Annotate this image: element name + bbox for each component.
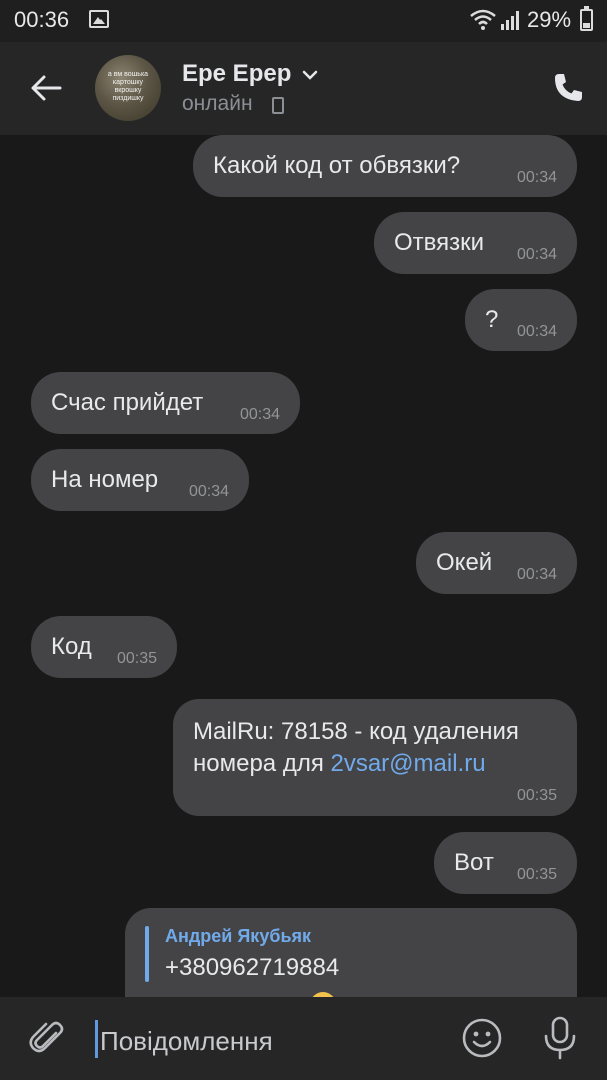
battery-percent: 29%: [527, 7, 572, 32]
message-bubble-forwarded[interactable]: Андрей Якубьяк +380962719884: [125, 908, 577, 997]
message-text: ?: [485, 306, 499, 333]
message-time: 00:34: [188, 483, 229, 500]
emoji-button[interactable]: [461, 1017, 503, 1059]
message-time: 00:34: [516, 566, 557, 583]
message-time: 00:35: [516, 787, 557, 804]
microphone-button[interactable]: [540, 1015, 580, 1061]
contact-status: онлайн: [182, 92, 253, 115]
avatar[interactable]: а вм вошька картошку вкрошку пиздишку: [95, 55, 161, 121]
wifi-icon: [470, 9, 496, 30]
battery-icon: [580, 6, 593, 31]
message-text: Отвязки: [394, 229, 485, 256]
message-time: 00:34: [239, 406, 280, 423]
message-time: 00:35: [516, 866, 557, 883]
email-link[interactable]: 2vsar@mail.ru: [330, 750, 485, 777]
avatar-caption-line: пиздишку: [112, 95, 144, 102]
text-cursor: [95, 1020, 98, 1058]
forward-text: +380962719884: [165, 954, 340, 981]
gallery-notification-icon: [89, 10, 109, 28]
message-text: На номер: [51, 466, 159, 493]
message-bubble-outgoing[interactable]: MailRu: 78158 - код удаления номера для …: [173, 699, 577, 816]
forward-author[interactable]: Андрей Якубьяк: [165, 926, 311, 947]
attach-button[interactable]: [28, 1019, 68, 1059]
message-text: MailRu: 78158 - код удаления номера для …: [193, 716, 563, 780]
message-text: Код: [51, 633, 92, 660]
battery-level: [583, 22, 590, 28]
forward-bar: [145, 926, 149, 982]
message-bubble-outgoing[interactable]: Окей 00:34: [416, 532, 577, 594]
signal-icon: [501, 11, 519, 30]
message-bubble-outgoing[interactable]: Какой код от обвязки? 00:34: [193, 135, 577, 197]
message-bubble-outgoing[interactable]: ? 00:34: [465, 289, 577, 351]
message-time: 00:35: [116, 650, 157, 667]
message-time: 00:34: [516, 169, 557, 186]
message-text: Окей: [436, 549, 493, 576]
message-text: Какой код от обвязки?: [213, 152, 461, 179]
message-time: 00:34: [516, 246, 557, 263]
message-bubble-incoming[interactable]: Код 00:35: [31, 616, 177, 678]
message-text: Вот: [454, 849, 494, 876]
chat-header: а вм вошька картошку вкрошку пиздишку Ер…: [0, 42, 607, 135]
mobile-device-icon: [272, 97, 284, 114]
message-bubble-outgoing[interactable]: Отвязки 00:34: [374, 212, 577, 274]
message-time: 00:34: [516, 323, 557, 340]
back-button[interactable]: [26, 68, 66, 108]
message-bubble-incoming[interactable]: Счас прийдет 00:34: [31, 372, 300, 434]
avatar-caption-line: вкрошку: [114, 87, 142, 94]
status-time: 00:36: [14, 7, 70, 32]
message-bubble-incoming[interactable]: На номер 00:34: [31, 449, 249, 511]
message-bubble-outgoing[interactable]: Вот 00:35: [434, 832, 577, 894]
avatar-caption-line: а вм вошька: [107, 71, 149, 78]
message-text: Счас прийдет: [51, 389, 204, 416]
status-bar: 00:36 29%: [0, 0, 607, 42]
message-composer: Повідомлення: [0, 997, 607, 1080]
avatar-caption-line: картошку: [112, 79, 144, 86]
chevron-down-icon[interactable]: [302, 68, 318, 82]
call-button[interactable]: [548, 68, 588, 108]
message-list[interactable]: Какой код от обвязки? 00:34 Отвязки 00:3…: [0, 135, 607, 997]
contact-name[interactable]: Ере Ерер: [182, 60, 291, 88]
message-input[interactable]: Повідомлення: [100, 1026, 273, 1057]
